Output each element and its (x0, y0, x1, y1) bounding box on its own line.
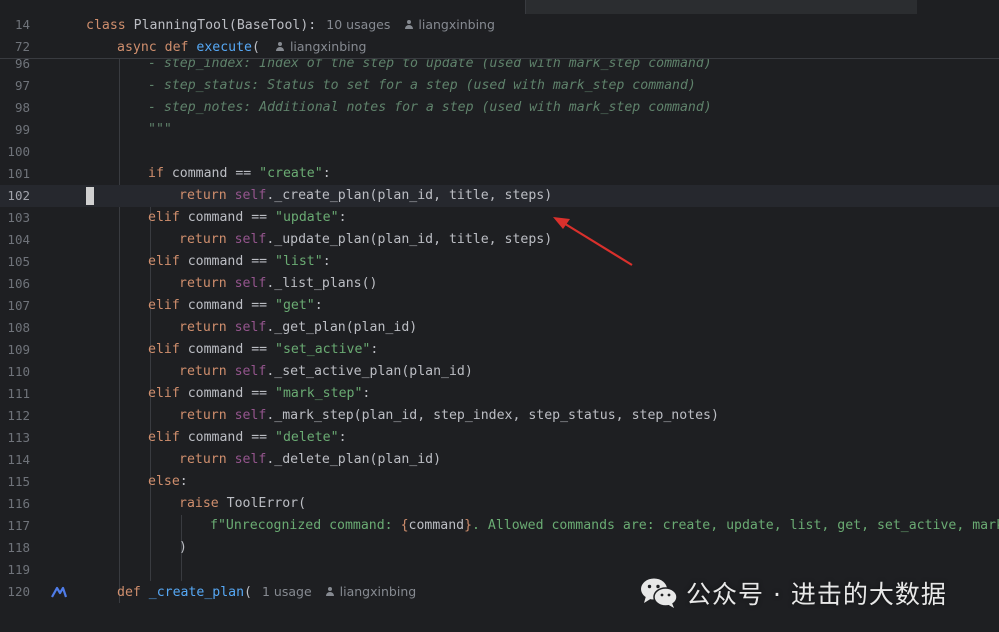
sticky-separator (0, 58, 999, 59)
line-number: 114 (7, 452, 30, 467)
code-text: if command == "create": (148, 166, 331, 181)
code-text: elif command == "delete": (148, 430, 347, 445)
code-line[interactable]: 113 elif command == "delete": (0, 427, 999, 449)
line-number: 106 (7, 276, 30, 291)
code-line[interactable]: 115 else: (0, 471, 999, 493)
code-line[interactable]: 98 - step_notes: Additional notes for a s… (0, 97, 999, 119)
code-text: elif command == "mark_step": (148, 386, 371, 401)
line-number: 117 (7, 518, 30, 533)
code-text: return self._mark_step(plan_id, step_ind… (179, 408, 719, 423)
code-text: - step_notes: Additional notes for a ste… (148, 100, 712, 115)
code-line[interactable]: 97 - step_status: Status to set for a ste… (0, 75, 999, 97)
code-line[interactable]: 110 return self._set_active_plan(plan_id) (0, 361, 999, 383)
line-number: 97 (14, 78, 30, 93)
code-text: raise ToolError( (179, 496, 307, 511)
code-line[interactable]: 107 elif command == "get": (0, 295, 999, 317)
line-number: 107 (7, 298, 30, 313)
usages-hint[interactable]: 10 usages (326, 17, 390, 32)
code-line[interactable]: 99 """ (0, 119, 999, 141)
usages-hint[interactable]: 1 usage (262, 584, 312, 599)
code-text: elif command == "set_active": (148, 342, 379, 357)
code-text: return self._get_plan(plan_id) (179, 320, 418, 335)
line-number: 120 (7, 584, 30, 599)
line-number: 105 (7, 254, 30, 269)
line-number: 112 (7, 408, 30, 423)
code-text: else: (148, 474, 188, 489)
code-line[interactable]: 116 raise ToolError( (0, 493, 999, 515)
watermark-text: 公众号 · 进击的大数据 (686, 580, 947, 609)
code-line[interactable]: 112 return self._mark_step(plan_id, step_… (0, 405, 999, 427)
code-line[interactable]: 100 (0, 141, 999, 163)
line-number: 115 (7, 474, 30, 489)
line-number: 108 (7, 320, 30, 335)
user-icon (326, 587, 335, 596)
code-line[interactable]: 105 elif command == "list": (0, 251, 999, 273)
line-number: 101 (7, 166, 30, 181)
code-line[interactable]: 104 return self._update_plan(plan_id, tit… (0, 229, 999, 251)
code-text: def _create_plan(1 usage liangxinbing (117, 584, 417, 600)
code-line[interactable]: 103 elif command == "update": (0, 207, 999, 229)
code-line[interactable]: 102 return self._create_plan(plan_id, tit… (0, 185, 999, 207)
code-text: - step_status: Status to set for a step … (148, 78, 696, 93)
line-number: 119 (7, 562, 30, 577)
code-editor[interactable]: 95- steps: List of steps for the plan (u… (0, 14, 999, 632)
line-number: 111 (7, 386, 30, 401)
code-line[interactable]: 114 return self._delete_plan(plan_id) (0, 449, 999, 471)
implementation-gutter-icon[interactable] (51, 586, 67, 598)
tab-bar-active-region (525, 0, 917, 14)
author-hint[interactable]: liangxinbing (340, 584, 417, 599)
editor-tab-bar (0, 0, 999, 14)
code-line[interactable]: 111 elif command == "mark_step": (0, 383, 999, 405)
code-line[interactable]: 108 return self._get_plan(plan_id) (0, 317, 999, 339)
user-icon (404, 20, 413, 29)
line-number: 118 (7, 540, 30, 555)
code-text: ) (179, 540, 187, 555)
code-text: return self._list_plans() (179, 276, 378, 291)
code-text: elif command == "get": (148, 298, 323, 313)
code-text: return self._delete_plan(plan_id) (179, 452, 442, 467)
author-hint[interactable]: liangxinbing (418, 17, 495, 32)
wechat-icon (640, 577, 678, 609)
code-text: f"Unrecognized command: {command}. Allow… (210, 518, 999, 533)
line-number: 109 (7, 342, 30, 357)
code-text: return self._create_plan(plan_id, title,… (179, 188, 553, 203)
line-number: 113 (7, 430, 30, 445)
user-icon (276, 42, 285, 51)
code-text: """ (148, 122, 172, 137)
tab-bar-left (0, 0, 525, 14)
sticky-header-line[interactable]: 72 async def execute(liangxinbing (0, 36, 999, 58)
code-line[interactable]: 109 elif command == "set_active": (0, 339, 999, 361)
author-hint[interactable]: liangxinbing (290, 39, 367, 54)
code-line[interactable]: 106 return self._list_plans() (0, 273, 999, 295)
tab-bar-right (917, 0, 999, 14)
code-text: return self._update_plan(plan_id, title,… (179, 232, 553, 247)
line-number: 100 (7, 144, 30, 159)
line-number: 98 (14, 100, 30, 115)
sticky-header-line[interactable]: 14 class PlanningTool(BaseTool): 10 usages… (0, 14, 999, 36)
code-text: elif command == "list": (148, 254, 331, 269)
code-line[interactable]: 101 if command == "create": (0, 163, 999, 185)
line-number: 72 (14, 39, 30, 54)
code-text: elif command == "update": (148, 210, 347, 225)
line-number: 116 (7, 496, 30, 511)
line-number: 99 (14, 122, 30, 137)
code-line[interactable]: 118) (0, 537, 999, 559)
code-text: return self._set_active_plan(plan_id) (179, 364, 473, 379)
line-number: 14 (14, 17, 30, 32)
code-text: class PlanningTool(BaseTool): 10 usages li… (86, 17, 495, 33)
line-number: 110 (7, 364, 30, 379)
text-caret (86, 187, 94, 205)
line-number: 103 (7, 210, 30, 225)
line-number: 102 (7, 188, 30, 203)
code-line[interactable]: 117 f"Unrecognized command: {command}. Al… (0, 515, 999, 537)
watermark: 公众号 · 进击的大数据 (640, 575, 947, 611)
line-number: 104 (7, 232, 30, 247)
code-text: async def execute(liangxinbing (117, 39, 367, 55)
